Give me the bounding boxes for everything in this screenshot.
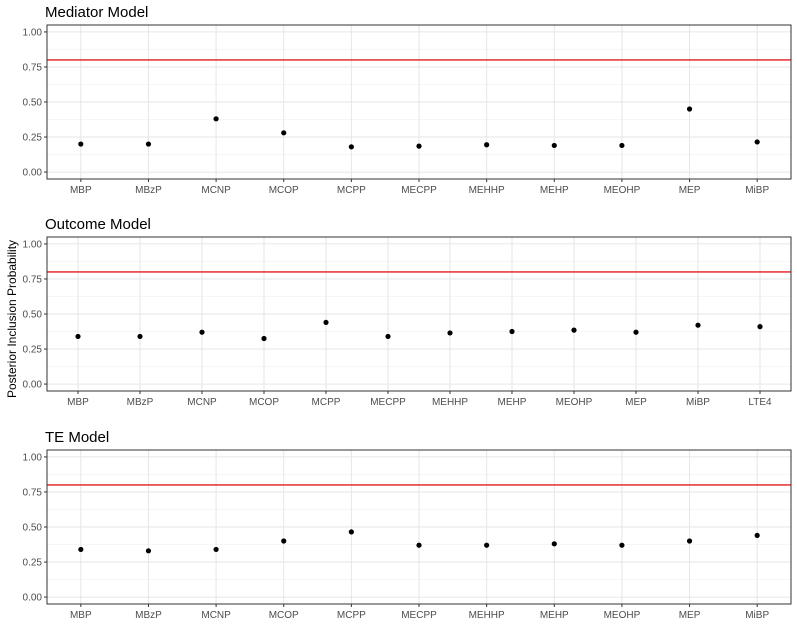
panel-0: Mediator Model 0.00 0.25 0.50 0.75 1.00 MBP MBz… xyxy=(23,4,792,196)
panel-title: Outcome Model xyxy=(45,216,151,233)
x-tick-label: MEHHP xyxy=(469,185,505,196)
x-tick-label: MEOHP xyxy=(604,185,641,196)
x-tick-label: MEP xyxy=(679,185,701,196)
data-point xyxy=(619,142,625,149)
x-tick-label: MBzP xyxy=(135,610,162,621)
x-tick-label: MBP xyxy=(70,185,92,196)
data-point xyxy=(551,142,557,149)
x-tick-label: MCNP xyxy=(201,610,231,621)
x-tick-label: MEHHP xyxy=(432,397,468,408)
data-point xyxy=(385,333,391,340)
x-tick-label: MCOP xyxy=(249,397,279,408)
x-tick-label: MEHP xyxy=(498,397,527,408)
data-point xyxy=(199,329,205,335)
data-point xyxy=(416,143,422,149)
data-point xyxy=(75,333,81,340)
x-tick-label: MBP xyxy=(67,397,89,408)
data-point xyxy=(509,328,515,335)
x-tick-label: MCPP xyxy=(312,397,341,408)
x-tick-label: MECPP xyxy=(370,397,406,408)
y-tick-label: 0.75 xyxy=(23,274,43,285)
data-point xyxy=(281,538,287,544)
x-tick-label: MECPP xyxy=(401,185,437,196)
x-tick-label: MEP xyxy=(679,610,701,621)
y-tick-label: 0.00 xyxy=(23,380,43,391)
data-point xyxy=(213,116,219,122)
data-point xyxy=(551,541,557,547)
x-tick-label: MCNP xyxy=(201,185,231,196)
x-tick-label: MCPP xyxy=(337,185,366,196)
x-tick-label: MCNP xyxy=(187,397,217,408)
data-point xyxy=(447,330,453,336)
chart-figure: Posterior Inclusion Probability Mediator… xyxy=(5,4,792,621)
x-tick-label: MiBP xyxy=(745,610,769,621)
panel-2: TE Model 0.00 0.25 0.50 0.75 1.00 MBP MBzP MCNP M… xyxy=(23,429,792,621)
x-tick-label: MBP xyxy=(70,610,92,621)
x-tick-label: MEHHP xyxy=(469,610,505,621)
y-tick-label: 0.75 xyxy=(23,487,43,498)
y-axis-title: Posterior Inclusion Probability xyxy=(5,240,19,398)
data-point xyxy=(145,548,152,554)
x-tick-label: MiBP xyxy=(745,185,769,196)
y-tick-label: 0.25 xyxy=(23,133,43,144)
data-point xyxy=(78,546,84,553)
data-point xyxy=(78,141,84,147)
y-tick-label: 1.00 xyxy=(23,239,43,250)
x-tick-label: MEP xyxy=(625,397,647,408)
data-point xyxy=(633,329,639,335)
data-point xyxy=(323,319,329,326)
y-tick-label: 0.75 xyxy=(23,62,43,73)
x-tick-label: MEHP xyxy=(540,185,569,196)
data-point xyxy=(754,532,760,539)
y-tick-label: 0.00 xyxy=(23,168,43,179)
data-point xyxy=(348,529,354,535)
data-point xyxy=(137,333,143,340)
data-point xyxy=(695,322,701,328)
data-point xyxy=(281,130,287,136)
x-tick-label: MiBP xyxy=(686,397,710,408)
x-tick-label: MBzP xyxy=(135,185,162,196)
x-tick-label: MBzP xyxy=(127,397,154,408)
data-point xyxy=(416,542,422,548)
x-tick-label: MEOHP xyxy=(604,610,641,621)
y-tick-label: 0.50 xyxy=(23,310,43,321)
x-tick-label: LTE4 xyxy=(748,397,772,408)
x-tick-label: MCOP xyxy=(269,185,299,196)
data-point xyxy=(484,142,490,148)
data-point xyxy=(213,546,219,553)
y-tick-label: 0.50 xyxy=(23,98,43,109)
x-tick-label: MCPP xyxy=(337,610,366,621)
panel-title: Mediator Model xyxy=(45,4,148,21)
x-tick-label: MECPP xyxy=(401,610,437,621)
y-tick-label: 0.50 xyxy=(23,523,43,534)
x-tick-label: MEHP xyxy=(540,610,569,621)
data-point xyxy=(757,324,763,330)
y-tick-label: 0.00 xyxy=(23,593,43,604)
data-point xyxy=(571,327,577,333)
data-point xyxy=(261,335,267,342)
y-tick-label: 0.25 xyxy=(23,345,43,356)
y-tick-label: 0.25 xyxy=(23,558,43,569)
data-point xyxy=(686,538,693,544)
x-tick-label: MEOHP xyxy=(556,397,593,408)
data-point xyxy=(145,141,152,147)
panel-title: TE Model xyxy=(45,429,109,446)
panel-1: Outcome Model 0.00 0.25 0.50 0.75 1.00 MBP MBzP… xyxy=(23,216,792,408)
y-tick-label: 1.00 xyxy=(23,452,43,463)
data-point xyxy=(484,542,490,548)
y-tick-label: 1.00 xyxy=(23,27,43,38)
data-point xyxy=(686,106,693,112)
data-point xyxy=(754,139,760,145)
data-point xyxy=(348,144,354,150)
data-point xyxy=(619,542,625,548)
x-tick-label: MCOP xyxy=(269,610,299,621)
